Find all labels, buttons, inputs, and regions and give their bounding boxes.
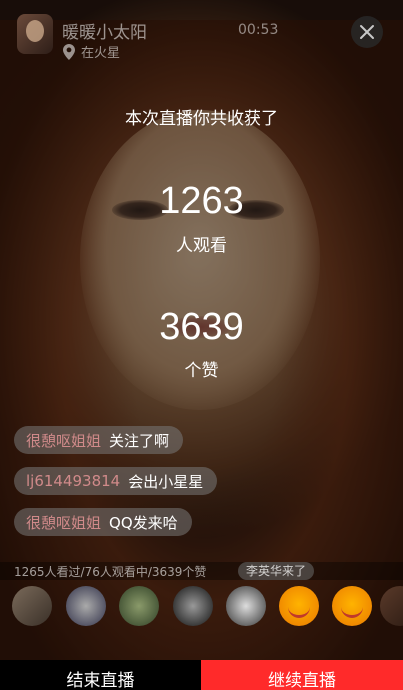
viewer-avatar[interactable] (119, 586, 159, 626)
host-name: 暖暖小太阳 (62, 23, 147, 43)
comment-item: 很憩呕姐姐 QQ发来哈 (14, 508, 192, 536)
viewer-avatar[interactable] (12, 586, 52, 626)
comment-text: 会出小星星 (128, 472, 204, 491)
viewers-count: 1263 (159, 180, 244, 222)
comment-user[interactable]: 很憩呕姐姐 (26, 430, 101, 451)
continue-live-button[interactable]: 继续直播 (201, 660, 403, 690)
comment-item: lj614493814 会出小星星 (14, 467, 218, 495)
close-icon (360, 25, 374, 39)
close-button[interactable] (351, 16, 383, 48)
live-header: 暖暖小太阳 在火星 00:53 (0, 0, 403, 62)
join-notice: 李英华来了 (238, 562, 315, 580)
host-avatar[interactable] (17, 14, 53, 54)
stats-text: 1265人看过/76人观看中/3639个赞 (14, 565, 207, 579)
viewer-avatar[interactable] (226, 586, 266, 626)
viewer-avatar[interactable] (66, 586, 106, 626)
likes-label: 个赞 (184, 361, 219, 381)
viewer-avatar[interactable] (380, 586, 403, 626)
likes-count: 3639 (159, 306, 244, 348)
comment-text: QQ发来哈 (109, 513, 178, 532)
comment-item: 很憩呕姐姐 关注了啊 (14, 426, 184, 454)
location: 在火星 (62, 42, 120, 61)
viewers-label: 人观看 (176, 236, 227, 256)
summary-title: 本次直播你共收获了 (125, 109, 278, 129)
comment-text: 关注了啊 (109, 431, 170, 450)
comment-user[interactable]: lj614493814 (26, 472, 120, 490)
viewer-avatar[interactable] (173, 586, 213, 626)
live-timer: 00:53 (238, 22, 279, 38)
viewer-avatar[interactable] (332, 586, 372, 626)
viewer-avatar[interactable] (279, 586, 319, 626)
stats-bar: 1265人看过/76人观看中/3639个赞 (0, 562, 403, 580)
comment-user[interactable]: 很憩呕姐姐 (26, 512, 101, 533)
location-text: 在火星 (81, 46, 121, 61)
location-pin-icon (63, 43, 75, 60)
viewer-avatar-list (12, 586, 403, 628)
bottom-action-bar: 结束直播 继续直播 (0, 660, 403, 690)
end-live-button[interactable]: 结束直播 (0, 660, 201, 690)
